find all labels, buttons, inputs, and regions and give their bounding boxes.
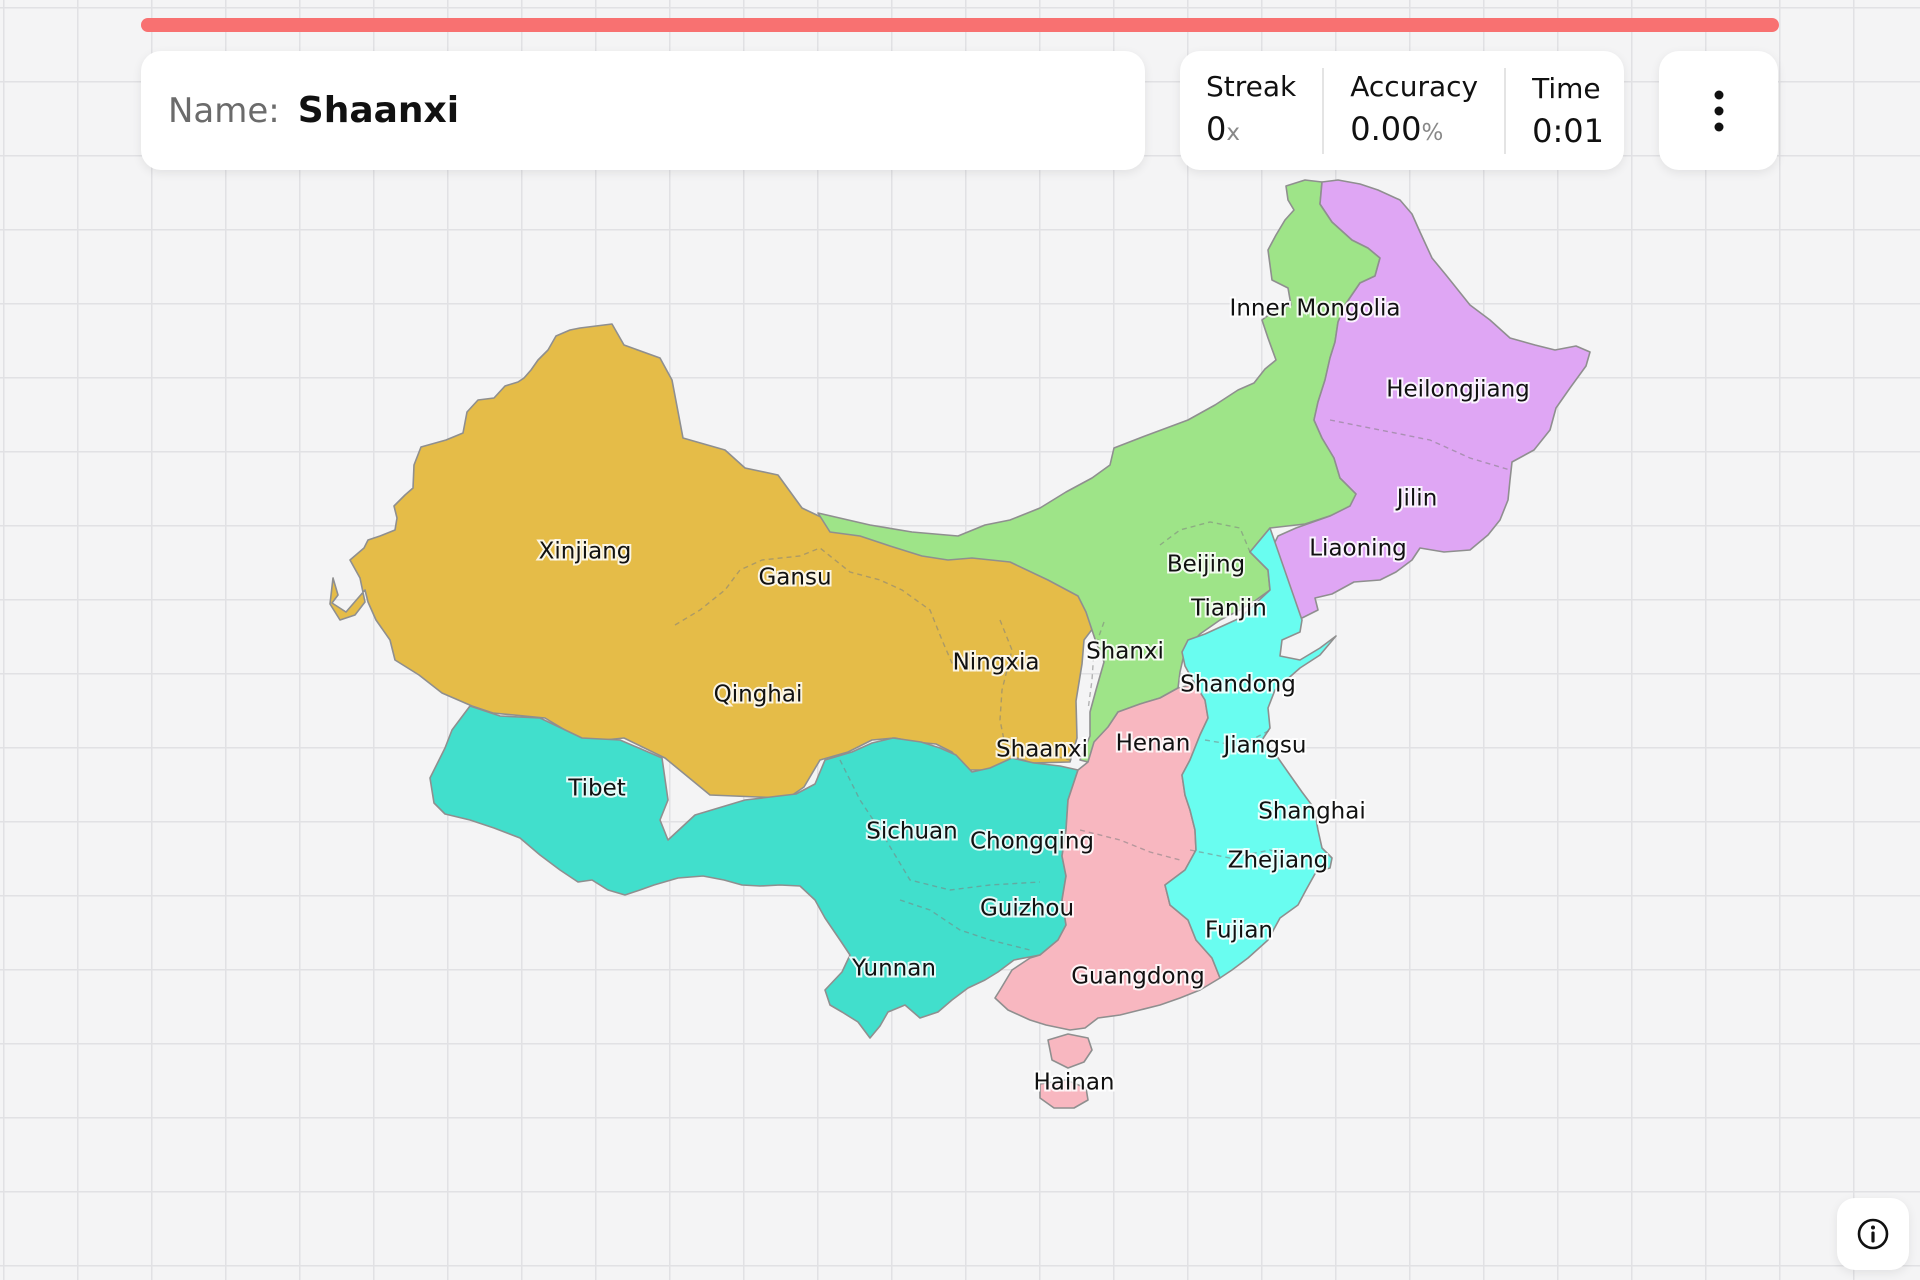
label-jilin: Jilin: [1395, 486, 1438, 512]
region-hainan[interactable]: [1047, 1033, 1093, 1069]
label-qinghai: Qinghai: [714, 682, 803, 708]
label-sichuan: Sichuan: [866, 819, 957, 845]
label-liaoning: Liaoning: [1309, 536, 1407, 562]
label-shanghai: Shanghai: [1258, 799, 1366, 825]
region-northwest[interactable]: [329, 323, 1106, 799]
label-gansu: Gansu: [758, 565, 831, 591]
label-xinjiang: Xinjiang: [539, 539, 632, 565]
label-ningxia: Ningxia: [953, 650, 1040, 676]
label-henan: Henan: [1116, 731, 1191, 757]
label-zhejiang: Zhejiang: [1228, 848, 1329, 874]
label-shaanxi: Shaanxi: [996, 737, 1088, 763]
label-fujian: Fujian: [1205, 918, 1273, 944]
label-guizhou: Guizhou: [980, 896, 1074, 922]
label-beijing: Beijing: [1167, 552, 1245, 578]
label-shanxi: Shanxi: [1086, 639, 1164, 665]
label-heilongjiang: Heilongjiang: [1386, 377, 1530, 403]
label-tibet: Tibet: [567, 776, 626, 802]
label-chongqing: Chongqing: [970, 829, 1094, 855]
label-shandong: Shandong: [1180, 672, 1296, 698]
label-tianjin: Tianjin: [1190, 596, 1267, 622]
label-yunnan: Yunnan: [851, 956, 936, 982]
label-guangdong: Guangdong: [1071, 964, 1205, 990]
label-hainan: Hainan: [1033, 1070, 1114, 1096]
label-inner-mongolia: Inner Mongolia: [1230, 296, 1401, 322]
label-jiangsu: Jiangsu: [1221, 733, 1306, 759]
china-map: Xinjiang Gansu Qinghai Tibet Inner Mongo…: [329, 179, 1591, 1109]
